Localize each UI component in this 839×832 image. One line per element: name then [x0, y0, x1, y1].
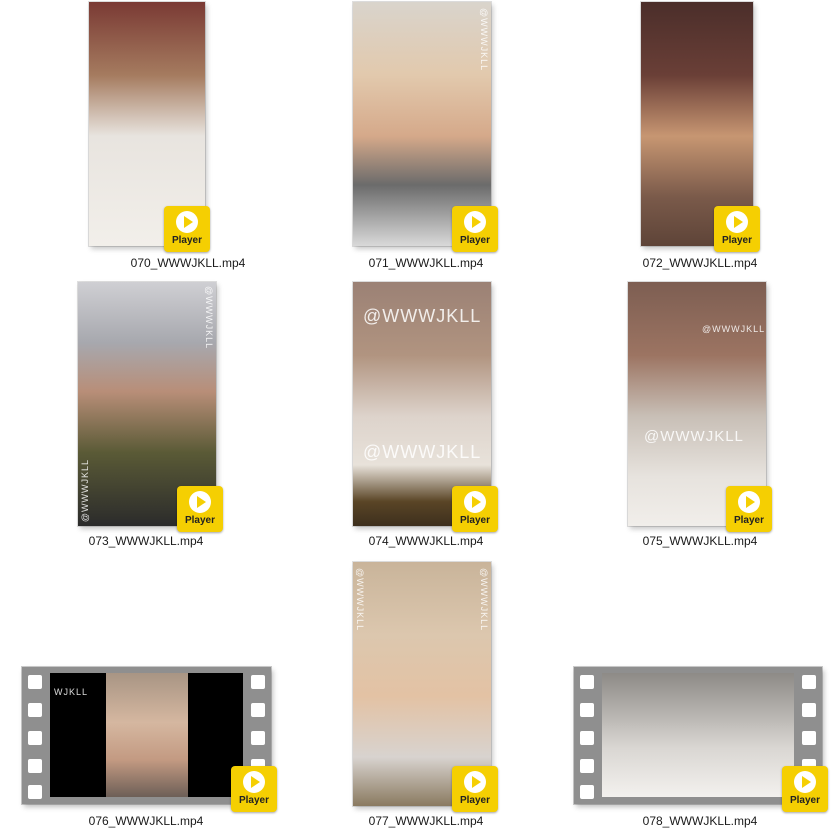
- video-frame: [602, 673, 794, 797]
- player-badge: Player: [782, 766, 828, 812]
- thumbnail-area[interactable]: @WWWJKLL @WWWJKLL Player: [296, 280, 556, 532]
- thumbnail-area[interactable]: @WWWJKLL @WWWJKLL Player: [16, 280, 276, 532]
- file-tile-078[interactable]: Player 078_WWWJKLL.mp4: [570, 560, 830, 832]
- file-name[interactable]: 077_WWWJKLL.mp4: [296, 814, 556, 828]
- file-tile-072[interactable]: Player 072_WWWJKLL.mp4: [570, 0, 830, 272]
- file-name[interactable]: 078_WWWJKLL.mp4: [570, 814, 830, 828]
- play-icon: [794, 771, 816, 793]
- file-name[interactable]: 075_WWWJKLL.mp4: [570, 534, 830, 548]
- file-name[interactable]: 073_WWWJKLL.mp4: [16, 534, 276, 548]
- player-badge: Player: [452, 766, 498, 812]
- file-name[interactable]: 076_WWWJKLL.mp4: [16, 814, 276, 828]
- watermark: @WWWJKLL: [204, 286, 214, 350]
- file-tile-074[interactable]: @WWWJKLL @WWWJKLL Player 074_WWWJKLL.mp4: [296, 280, 556, 552]
- watermark: @WWWJKLL: [80, 458, 90, 522]
- play-icon: [726, 211, 748, 233]
- play-icon: [243, 771, 265, 793]
- video-frame: WJKLL: [50, 673, 243, 797]
- player-badge: Player: [177, 486, 223, 532]
- watermark: @WWWJKLL: [479, 8, 489, 72]
- thumbnail-area[interactable]: @WWWJKLL @WWWJKLL Player: [570, 280, 830, 532]
- file-tile-071[interactable]: @WWWJKLL Player 071_WWWJKLL.mp4: [296, 0, 556, 272]
- thumbnail-area[interactable]: WJKLL Player: [16, 560, 277, 812]
- file-tile-076[interactable]: WJKLL Player 076_WWWJKLL.mp4: [16, 560, 277, 832]
- player-badge: Player: [231, 766, 277, 812]
- watermark: @WWWJKLL: [363, 306, 482, 326]
- file-tile-075[interactable]: @WWWJKLL @WWWJKLL Player 075_WWWJKLL.mp4: [570, 280, 830, 552]
- thumbnail-area[interactable]: @WWWJKLL Player: [296, 0, 556, 252]
- play-icon: [464, 491, 486, 513]
- file-name[interactable]: 070_WWWJKLL.mp4: [58, 256, 318, 270]
- watermark: @WWWJKLL: [363, 442, 482, 462]
- file-name[interactable]: 074_WWWJKLL.mp4: [296, 534, 556, 548]
- thumbnail-area[interactable]: Player: [570, 0, 830, 252]
- play-icon: [738, 491, 760, 513]
- play-icon: [464, 771, 486, 793]
- file-name[interactable]: 072_WWWJKLL.mp4: [570, 256, 830, 270]
- player-badge: Player: [452, 206, 498, 252]
- watermark: WJKLL: [54, 687, 89, 697]
- play-icon: [189, 491, 211, 513]
- file-tile-077[interactable]: @WWWJKLL @WWWJKLL Player 077_WWWJKLL.mp4: [296, 560, 556, 832]
- watermark: @WWWJKLL: [479, 568, 489, 632]
- player-badge: Player: [714, 206, 760, 252]
- thumbnail-area[interactable]: Player: [58, 0, 318, 252]
- thumbnail-area[interactable]: Player: [570, 560, 830, 812]
- file-tile-070[interactable]: Player 070_WWWJKLL.mp4: [58, 0, 318, 272]
- file-tile-073[interactable]: @WWWJKLL @WWWJKLL Player 073_WWWJKLL.mp4: [16, 280, 276, 552]
- file-name[interactable]: 071_WWWJKLL.mp4: [296, 256, 556, 270]
- watermark: @WWWJKLL: [644, 428, 744, 445]
- watermark: @WWWJKLL: [355, 568, 365, 632]
- play-icon: [176, 211, 198, 233]
- play-icon: [464, 211, 486, 233]
- player-badge: Player: [452, 486, 498, 532]
- player-badge: Player: [164, 206, 210, 252]
- thumbnail-area[interactable]: @WWWJKLL @WWWJKLL Player: [296, 560, 556, 812]
- player-badge: Player: [726, 486, 772, 532]
- watermark: @WWWJKLL: [702, 324, 766, 334]
